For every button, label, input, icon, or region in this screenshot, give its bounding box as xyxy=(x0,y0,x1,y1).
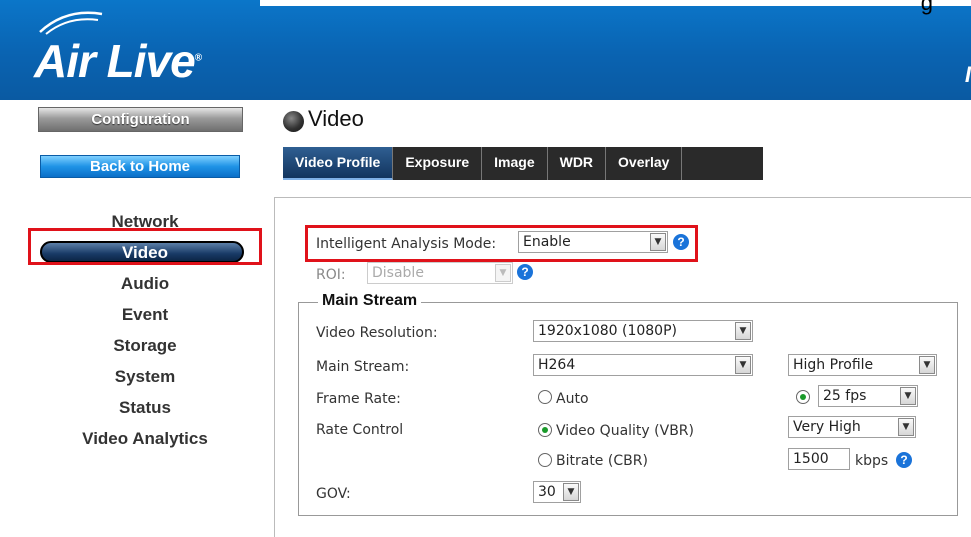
page-title: Video xyxy=(308,106,364,131)
frame-rate-label: Frame Rate: xyxy=(316,391,401,407)
logo-registered-mark: ® xyxy=(194,52,202,64)
help-icon[interactable]: ? xyxy=(896,452,912,468)
select-value: 25 fps xyxy=(823,388,867,404)
tab-overlay[interactable]: Overlay xyxy=(606,147,683,180)
cbr-radio[interactable] xyxy=(538,453,552,467)
profile-select[interactable]: High Profile ▼ xyxy=(788,354,937,376)
select-value: Very High xyxy=(793,419,861,435)
logo-swoosh-icon xyxy=(39,11,103,35)
rate-control-label: Rate Control xyxy=(316,422,404,438)
highlight-box-video-nav xyxy=(28,228,262,265)
select-value: H264 xyxy=(538,357,576,373)
vbr-label: Video Quality (VBR) xyxy=(556,423,694,439)
cbr-label: Bitrate (CBR) xyxy=(556,453,648,469)
sidebar-item-audio[interactable]: Audio xyxy=(30,268,260,299)
bitrate-unit-label: kbps xyxy=(855,453,889,469)
video-resolution-label: Video Resolution: xyxy=(316,325,438,341)
vbr-radio[interactable] xyxy=(538,423,552,437)
codec-select[interactable]: H264 ▼ xyxy=(533,354,753,376)
select-value: 30 xyxy=(538,484,556,500)
chevron-down-icon: ▼ xyxy=(900,387,916,405)
roi-select[interactable]: Disable ▼ xyxy=(367,262,513,284)
frame-rate-select[interactable]: 25 fps ▼ xyxy=(818,385,918,407)
select-value: 1920x1080 (1080P) xyxy=(538,323,677,339)
content-left-border xyxy=(274,197,275,537)
chevron-down-icon: ▼ xyxy=(919,356,935,374)
content-divider xyxy=(274,197,971,198)
highlight-box-mode xyxy=(305,225,698,262)
sidebar-item-event[interactable]: Event xyxy=(30,299,260,330)
chevron-down-icon: ▼ xyxy=(495,264,511,282)
video-camera-icon xyxy=(283,111,304,132)
select-value: Disable xyxy=(372,265,424,281)
header-top-strip: g xyxy=(260,0,971,15)
chevron-down-icon: ▼ xyxy=(563,483,579,501)
tab-wdr[interactable]: WDR xyxy=(548,147,607,180)
header-top-text: g xyxy=(920,0,933,15)
sidebar-item-system[interactable]: System xyxy=(30,361,260,392)
gov-select[interactable]: 30 ▼ xyxy=(533,481,581,503)
roi-label: ROI: xyxy=(316,267,346,283)
chevron-down-icon: ▼ xyxy=(898,418,914,436)
video-resolution-select[interactable]: 1920x1080 (1080P) ▼ xyxy=(533,320,753,342)
tab-exposure[interactable]: Exposure xyxy=(393,147,483,180)
sidebar-item-storage[interactable]: Storage xyxy=(30,330,260,361)
frame-rate-fixed-radio[interactable] xyxy=(796,390,810,404)
logo-text: Air Live xyxy=(34,35,196,87)
sidebar-item-video-analytics[interactable]: Video Analytics xyxy=(30,423,260,454)
tab-bar: Video Profile Exposure Image WDR Overlay xyxy=(283,147,763,180)
main-stream-title: Main Stream xyxy=(318,292,422,310)
help-icon[interactable]: ? xyxy=(517,264,533,280)
tab-image[interactable]: Image xyxy=(482,147,548,180)
frame-rate-auto-label: Auto xyxy=(556,391,589,407)
tab-video-profile[interactable]: Video Profile xyxy=(283,147,394,180)
main-stream-label: Main Stream: xyxy=(316,359,410,375)
frame-rate-auto-radio[interactable] xyxy=(538,390,552,404)
bitrate-input[interactable]: 1500 xyxy=(788,448,850,470)
select-value: High Profile xyxy=(793,357,874,373)
vbr-quality-select[interactable]: Very High ▼ xyxy=(788,416,916,438)
sidebar-item-status[interactable]: Status xyxy=(30,392,260,423)
configuration-button[interactable]: Configuration xyxy=(38,107,243,132)
chevron-down-icon: ▼ xyxy=(735,322,751,340)
logo: Air Live® xyxy=(34,34,202,88)
header-right-letter: I xyxy=(964,62,971,87)
gov-label: GOV: xyxy=(316,486,351,502)
header-banner: Air Live® I xyxy=(0,0,971,100)
back-to-home-button[interactable]: Back to Home xyxy=(40,155,240,178)
chevron-down-icon: ▼ xyxy=(735,356,751,374)
